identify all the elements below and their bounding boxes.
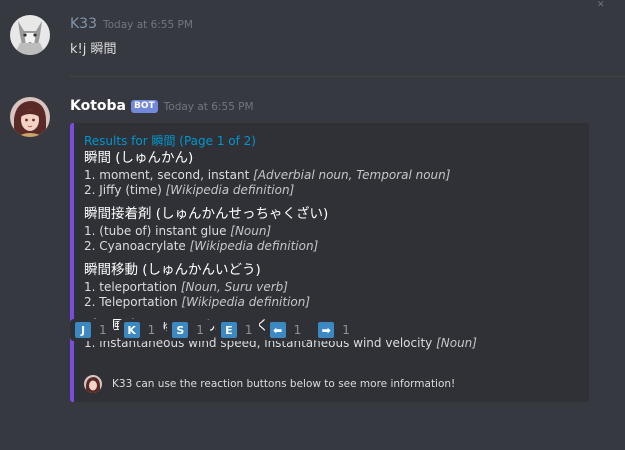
reaction-count: 1: [147, 323, 156, 337]
reaction-count: 1: [99, 323, 107, 337]
avatar-kotoba[interactable]: [10, 97, 50, 137]
pos-tag: [Adverbial noun, Temporal noun]: [253, 168, 451, 182]
bot-badge: BOT: [131, 100, 158, 113]
pos-tag: [Noun, Suru verb]: [180, 280, 288, 294]
letter-s-icon: S: [172, 322, 189, 338]
reaction-j-button[interactable]: J 1: [70, 319, 113, 341]
reaction-count: 1: [196, 323, 204, 337]
definition-line: 2. Cyanoacrylate [Wikipedia definition]: [84, 239, 319, 253]
entry-headword: 瞬間移動 (しゅんかんいどう): [84, 262, 261, 278]
reaction-next-button[interactable]: ➡ 1: [313, 319, 356, 341]
reaction-count: 1: [293, 323, 302, 337]
pos-tag: [Wikipedia definition]: [181, 295, 311, 309]
arrow-left-icon: ⬅: [269, 322, 286, 338]
dictionary-entry: 瞬間移動 (しゅんかんいどう) 1. teleportation [Noun, …: [84, 260, 581, 310]
corner-icon: ✕: [597, 0, 605, 10]
entry-headword: 瞬間 (しゅんかん): [84, 150, 194, 166]
footer-text: K33 can use the reaction buttons below t…: [112, 378, 456, 390]
definition-line: 1. moment, second, instant [Adverbial no…: [84, 168, 451, 182]
reaction-count: 1: [342, 323, 350, 337]
pos-tag: [Noun]: [230, 224, 272, 238]
username[interactable]: K33: [70, 16, 97, 32]
embed-title[interactable]: Results for 瞬間 (Page 1 of 2): [84, 132, 581, 148]
results-embed: Results for 瞬間 (Page 1 of 2) 瞬間 (しゅんかん) …: [70, 123, 589, 402]
reaction-s-button[interactable]: S 1: [167, 319, 210, 341]
definition-line: 2. Teleportation [Wikipedia definition]: [84, 295, 311, 309]
letter-e-icon: E: [220, 322, 237, 338]
pos-tag: [Noun]: [436, 336, 477, 350]
definition-line: 1. (tube of) instant glue [Noun]: [84, 224, 272, 238]
reaction-e-button[interactable]: E 1: [215, 319, 259, 341]
username[interactable]: Kotoba: [70, 98, 126, 114]
dictionary-entry: 瞬間接着剤 (しゅんかんせっちゃくざい) 1. (tube of) instan…: [84, 204, 581, 254]
definition-line: 1. teleportation [Noun, Suru verb]: [84, 280, 288, 294]
footer-avatar: [84, 375, 102, 393]
definition-line: 2. Jiffy (time) [Wikipedia definition]: [84, 183, 295, 197]
timestamp: Today at 6:55 PM: [103, 19, 193, 31]
timestamp: Today at 6:55 PM: [163, 101, 254, 113]
reaction-previous-button[interactable]: ⬅ 1: [264, 319, 308, 341]
reaction-k-button[interactable]: K 1: [118, 319, 162, 341]
reaction-count: 1: [244, 323, 253, 337]
embed-footer: K33 can use the reaction buttons below t…: [84, 374, 455, 394]
reaction-bar: J 1 K 1 S 1 E 1 ⬅ 1 ➡ 1: [70, 319, 362, 341]
pos-tag: [Wikipedia definition]: [189, 239, 319, 253]
message-divider: [70, 76, 625, 77]
message-text: k!j 瞬間: [70, 42, 117, 57]
pos-tag: [Wikipedia definition]: [165, 183, 295, 197]
dictionary-entry: 瞬間 (しゅんかん) 1. moment, second, instant [A…: [84, 148, 581, 198]
arrow-right-icon: ➡: [318, 322, 335, 338]
letter-k-icon: K: [123, 322, 140, 338]
avatar-wolf[interactable]: [10, 15, 50, 55]
letter-j-icon: J: [75, 322, 91, 338]
entry-headword: 瞬間接着剤 (しゅんかんせっちゃくざい): [84, 206, 329, 222]
